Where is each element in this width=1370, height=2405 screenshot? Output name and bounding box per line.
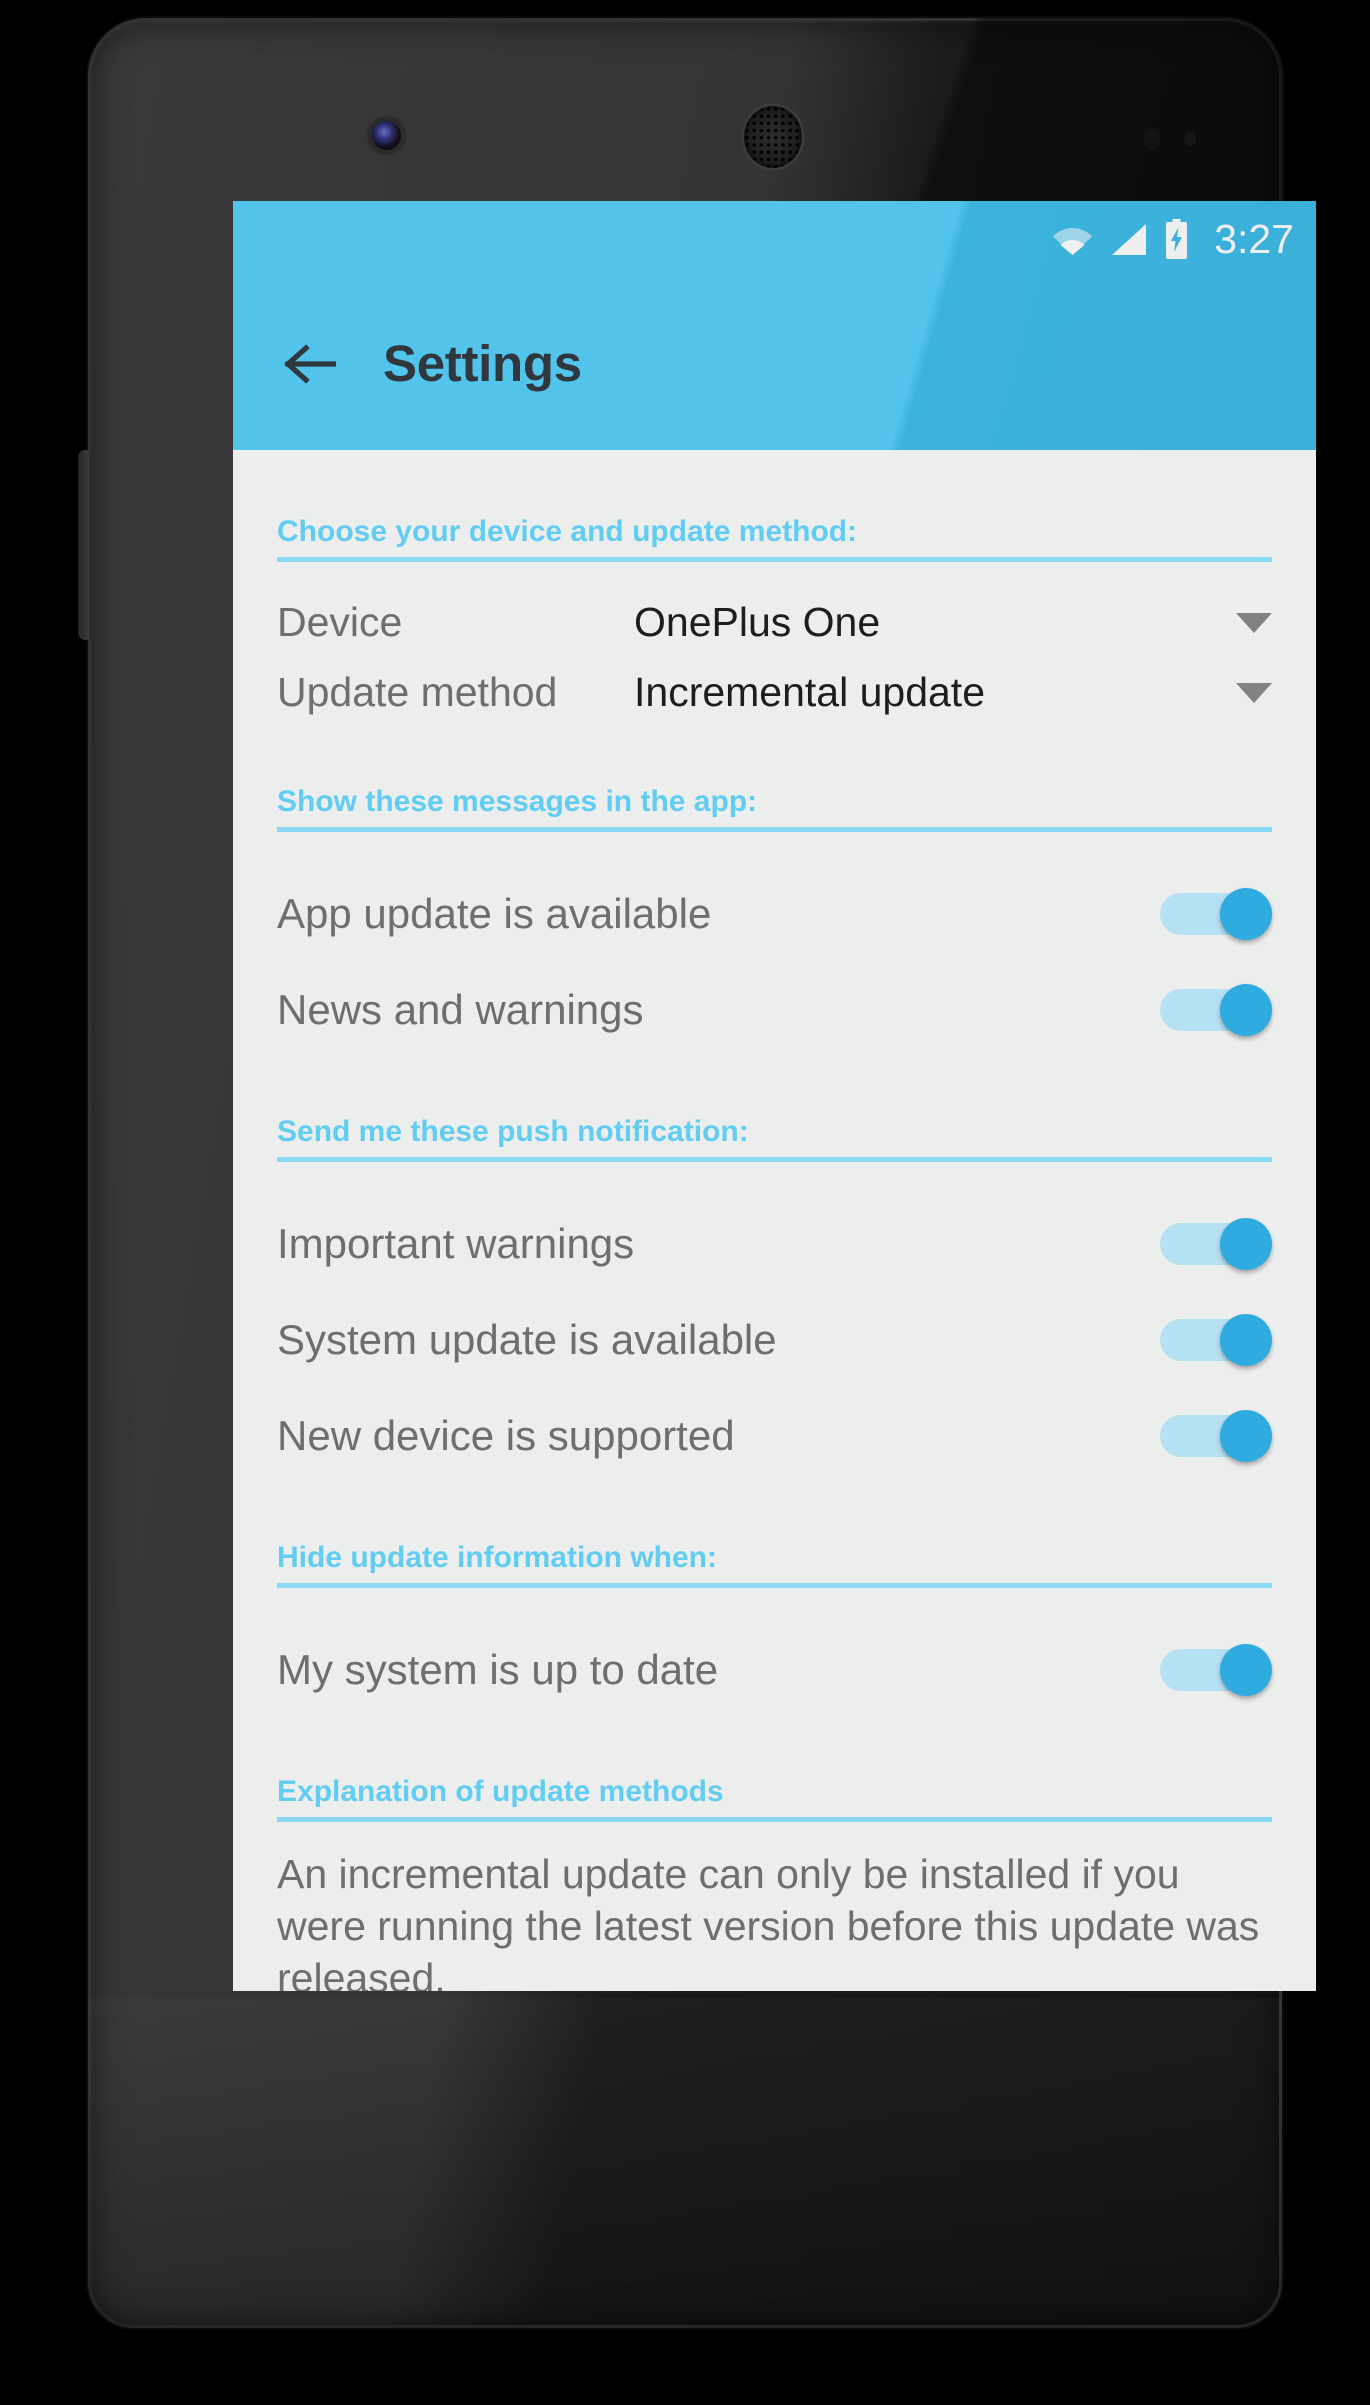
toggle-row-new-device-supported[interactable]: New device is supported [277,1388,1272,1484]
toggle-label-important-warnings: Important warnings [277,1219,635,1267]
toggle-thumb [1220,1218,1272,1270]
earpiece-speaker-icon [744,106,802,168]
toggle-row-news-and-warnings[interactable]: News and warnings [277,962,1272,1058]
toggle-switch-important-warnings[interactable] [1160,1218,1272,1270]
back-arrow-icon [284,343,336,384]
toggle-row-system-update-available[interactable]: System update is available [277,1292,1272,1388]
status-bar: 3:27 [233,201,1316,277]
toggle-thumb [1220,1314,1272,1366]
bottom-bezel [88,1998,1282,2328]
toggle-switch-news-and-warnings[interactable] [1160,984,1272,1036]
battery-charging-icon [1164,219,1189,259]
toggle-label-system-up-to-date: My system is up to date [277,1645,719,1693]
dropdown-label-device: Device [277,599,403,646]
phone-device-frame: 3:27 Settings Choose your device and upd… [78,18,1316,2328]
toggle-thumb [1220,888,1272,940]
status-bar-clock: 3:27 [1214,215,1294,262]
phone-screen: 3:27 Settings Choose your device and upd… [233,201,1316,1991]
page-title: Settings [383,335,582,392]
ambient-light-sensor-icon [1184,132,1196,146]
section-header-explanation: Explanation of update methods [277,1764,1272,1822]
toggle-switch-system-update-available[interactable] [1160,1314,1272,1366]
dropdown-row-update-method[interactable]: Update method Incremental update [277,658,1272,728]
toggle-switch-new-device-supported[interactable] [1160,1410,1272,1462]
app-bar: Settings [233,277,1316,450]
dropdown-row-device[interactable]: Device OnePlus One [277,588,1272,658]
section-header-hide-update-info: Hide update information when: [277,1530,1272,1588]
toggle-label-system-update-available: System update is available [277,1315,777,1363]
section-header-device: Choose your device and update method: [277,504,1272,562]
toggle-thumb [1220,984,1272,1036]
device-dropdown-block: Device OnePlus One Update method Increme… [277,562,1272,728]
toggle-label-app-update-available: App update is available [277,889,712,937]
toggle-row-app-update-available[interactable]: App update is available [277,866,1272,962]
volume-button[interactable] [78,450,89,640]
dropdown-label-update-method: Update method [277,669,558,716]
toggle-row-system-up-to-date[interactable]: My system is up to date [277,1622,1272,1718]
settings-list: Choose your device and update method: De… [233,450,1316,1991]
toggle-row-important-warnings[interactable]: Important warnings [277,1196,1272,1292]
toggle-label-news-and-warnings: News and warnings [277,985,644,1033]
front-camera-icon [372,121,401,150]
toggle-switch-app-update-available[interactable] [1160,888,1272,940]
section-header-app-messages: Show these messages in the app: [277,774,1272,832]
toggle-switch-system-up-to-date[interactable] [1160,1644,1272,1696]
back-button[interactable] [281,335,339,393]
toggle-label-new-device-supported: New device is supported [277,1411,735,1459]
explanation-body-text: An incremental update can only be instal… [277,1851,1260,1991]
wifi-icon [1052,224,1093,255]
toggle-thumb [1220,1644,1272,1696]
proximity-sensor-icon [1144,128,1160,150]
chevron-down-icon[interactable] [1236,613,1272,633]
dropdown-value-device: OnePlus One [634,599,881,646]
dropdown-value-update-method: Incremental update [634,669,986,716]
status-bar-icons: 3:27 [1052,215,1294,262]
toggle-thumb [1220,1410,1272,1462]
section-header-push-notifications: Send me these push notification: [277,1104,1272,1162]
chevron-down-icon[interactable] [1236,683,1272,703]
cellular-signal-icon [1110,223,1147,256]
